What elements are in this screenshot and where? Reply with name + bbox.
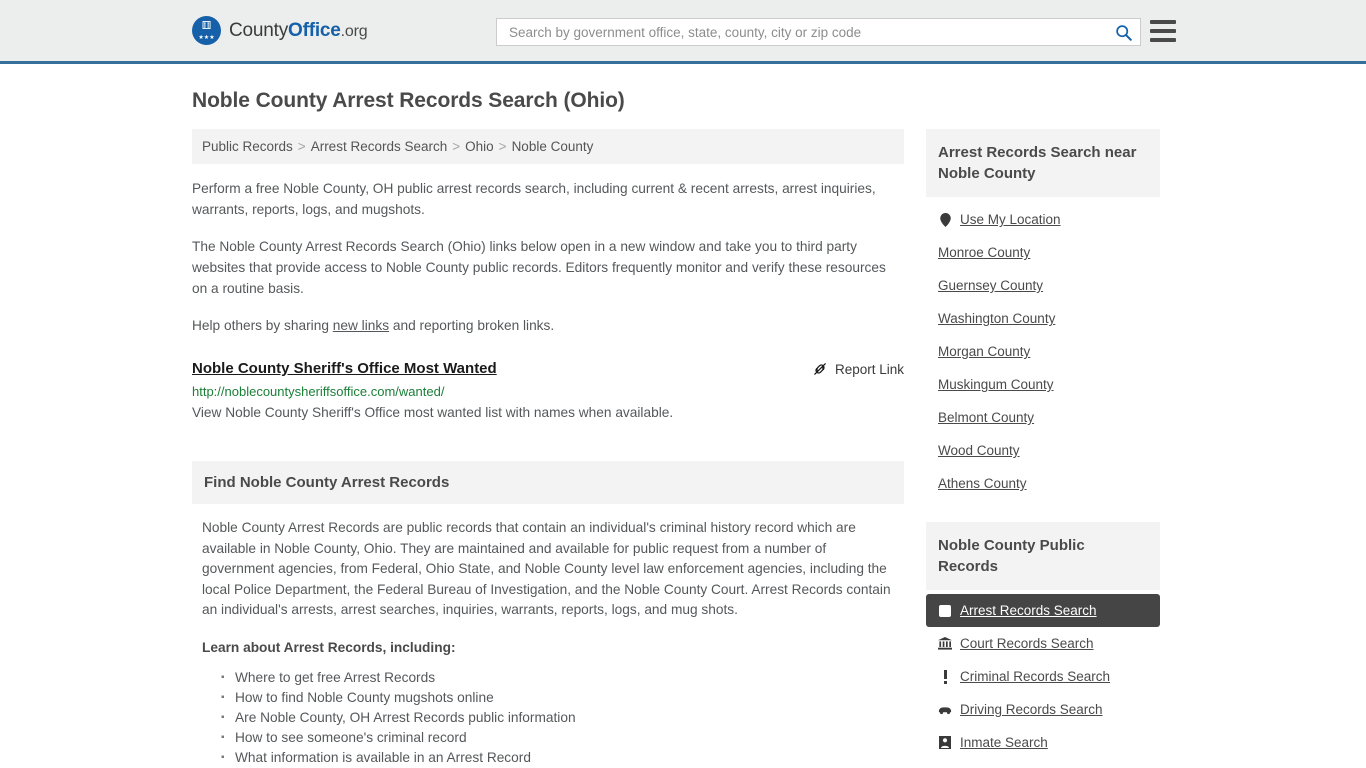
list-item: How to find Noble County mugshots online	[221, 688, 894, 708]
panel-body-text: Noble County Arrest Records are public r…	[202, 520, 891, 617]
unlink-icon	[814, 363, 826, 375]
panel-heading: Find Noble County Arrest Records	[192, 461, 904, 504]
map-pin-icon	[938, 212, 952, 227]
search-icon	[1116, 24, 1132, 41]
courthouse-icon	[938, 637, 952, 651]
intro-paragraph-2: The Noble County Arrest Records Search (…	[192, 239, 886, 296]
find-records-panel: Find Noble County Arrest Records Noble C…	[192, 461, 904, 768]
panel-bullet-list: Where to get free Arrest Records How to …	[202, 668, 894, 768]
intro-paragraph-1: Perform a free Noble County, OH public a…	[192, 181, 876, 217]
logo-text: CountyOffice.org	[229, 19, 368, 42]
sidebar-public-records-list: Arrest Records Search Court Records Sear…	[926, 590, 1160, 759]
sidebar-county-muskingum[interactable]: Muskingum County	[926, 368, 1160, 401]
sidebar-public-records-block: Noble County Public Records Arrest Recor…	[926, 522, 1160, 759]
sidebar-item-label: Criminal Records Search	[960, 669, 1111, 684]
car-icon	[938, 703, 952, 717]
sidebar-item-criminal-records-search[interactable]: Criminal Records Search	[926, 660, 1160, 693]
sidebar-item-label: Arrest Records Search	[960, 603, 1097, 618]
main-content: Public Records > Arrest Records Search > Ohi…	[192, 129, 904, 768]
sidebar: Arrest Records Search near Noble County …	[926, 129, 1160, 759]
intro-p3-before: Help others by sharing	[192, 318, 333, 333]
exclamation-icon	[938, 669, 952, 684]
sidebar-public-records-heading: Noble County Public Records	[926, 522, 1160, 590]
result-description: View Noble County Sheriff's Office most …	[192, 405, 674, 420]
panel-body: Noble County Arrest Records are public r…	[192, 504, 904, 768]
breadcrumb-separator: >	[452, 139, 461, 154]
list-item: How to see someone's criminal record	[221, 728, 894, 748]
sidebar-item-label: Inmate Search	[960, 735, 1048, 750]
hamburger-bar	[1150, 38, 1176, 42]
sidebar-county-wood[interactable]: Wood County	[926, 434, 1160, 467]
site-logo[interactable]: ⚅ ★★★ CountyOffice.org	[192, 16, 368, 45]
result-header: Noble County Sheriff's Office Most Wante…	[192, 360, 904, 377]
use-my-location-button[interactable]: Use My Location	[926, 203, 1160, 236]
result-url: http://noblecountysheriffsoffice.com/wan…	[192, 384, 445, 399]
breadcrumb-separator: >	[297, 139, 306, 154]
inmate-icon	[938, 736, 952, 750]
sidebar-county-guernsey[interactable]: Guernsey County	[926, 269, 1160, 302]
sidebar-county-morgan[interactable]: Morgan County	[926, 335, 1160, 368]
eagle-seal-icon: ⚅ ★★★	[192, 16, 221, 45]
breadcrumb-item-ohio[interactable]: Ohio	[465, 139, 494, 154]
logo-name-part1: County	[229, 19, 289, 41]
page-container: Noble County Arrest Records Search (Ohio…	[0, 89, 1366, 768]
result-item: Noble County Sheriff's Office Most Wante…	[192, 360, 904, 423]
sidebar-county-washington[interactable]: Washington County	[926, 302, 1160, 335]
list-item: What information is available in an Arre…	[221, 748, 894, 768]
result-title-link[interactable]: Noble County Sheriff's Office Most Wante…	[192, 360, 497, 377]
sidebar-county-athens[interactable]: Athens County	[926, 467, 1160, 500]
sidebar-county-monroe[interactable]: Monroe County	[926, 236, 1160, 269]
site-header: ⚅ ★★★ CountyOffice.org	[0, 0, 1366, 64]
logo-name-part2: Office	[288, 19, 341, 41]
logo-suffix: .org	[340, 22, 368, 40]
sidebar-nearby-list: Use My Location Monroe County Guernsey C…	[926, 197, 1160, 500]
fingerprint-card-icon	[938, 604, 952, 618]
panel-learn-heading: Learn about Arrest Records, including:	[202, 639, 456, 655]
sidebar-item-label: Court Records Search	[960, 636, 1094, 651]
breadcrumb-separator: >	[498, 139, 507, 154]
sidebar-item-inmate-search[interactable]: Inmate Search	[926, 726, 1160, 759]
sidebar-nearby-heading: Arrest Records Search near Noble County	[926, 129, 1160, 197]
report-link-button[interactable]: Report Link	[812, 360, 904, 377]
hamburger-menu-icon[interactable]	[1150, 20, 1176, 42]
new-links-link[interactable]: new links	[333, 318, 389, 333]
intro-p3-after: and reporting broken links.	[389, 318, 555, 333]
sidebar-county-belmont[interactable]: Belmont County	[926, 401, 1160, 434]
intro-text: Perform a free Noble County, OH public a…	[192, 178, 904, 336]
sidebar-item-driving-records-search[interactable]: Driving Records Search	[926, 693, 1160, 726]
search-button[interactable]	[1113, 24, 1134, 41]
sidebar-item-court-records-search[interactable]: Court Records Search	[926, 627, 1160, 660]
breadcrumb-item-noble-county: Noble County	[511, 139, 594, 154]
page-title: Noble County Arrest Records Search (Ohio…	[192, 89, 625, 112]
breadcrumb-item-arrest-records-search[interactable]: Arrest Records Search	[311, 139, 448, 154]
use-my-location-label: Use My Location	[960, 212, 1061, 227]
sidebar-item-arrest-records-search[interactable]: Arrest Records Search	[926, 594, 1160, 627]
content-columns: Public Records > Arrest Records Search > Ohi…	[192, 129, 1174, 768]
search-bar[interactable]	[496, 18, 1141, 46]
hamburger-bar	[1150, 20, 1176, 24]
list-item: Are Noble County, OH Arrest Records publ…	[221, 708, 894, 728]
breadcrumb-item-public-records[interactable]: Public Records	[202, 139, 293, 154]
list-item: Where to get free Arrest Records	[221, 668, 894, 688]
breadcrumb: Public Records > Arrest Records Search > Ohi…	[192, 129, 904, 164]
sidebar-item-label: Driving Records Search	[960, 702, 1103, 717]
hamburger-bar	[1150, 29, 1176, 33]
intro-paragraph-3: Help others by sharing new links and rep…	[192, 315, 904, 336]
report-link-label: Report Link	[834, 361, 904, 377]
search-input[interactable]	[507, 19, 1113, 45]
